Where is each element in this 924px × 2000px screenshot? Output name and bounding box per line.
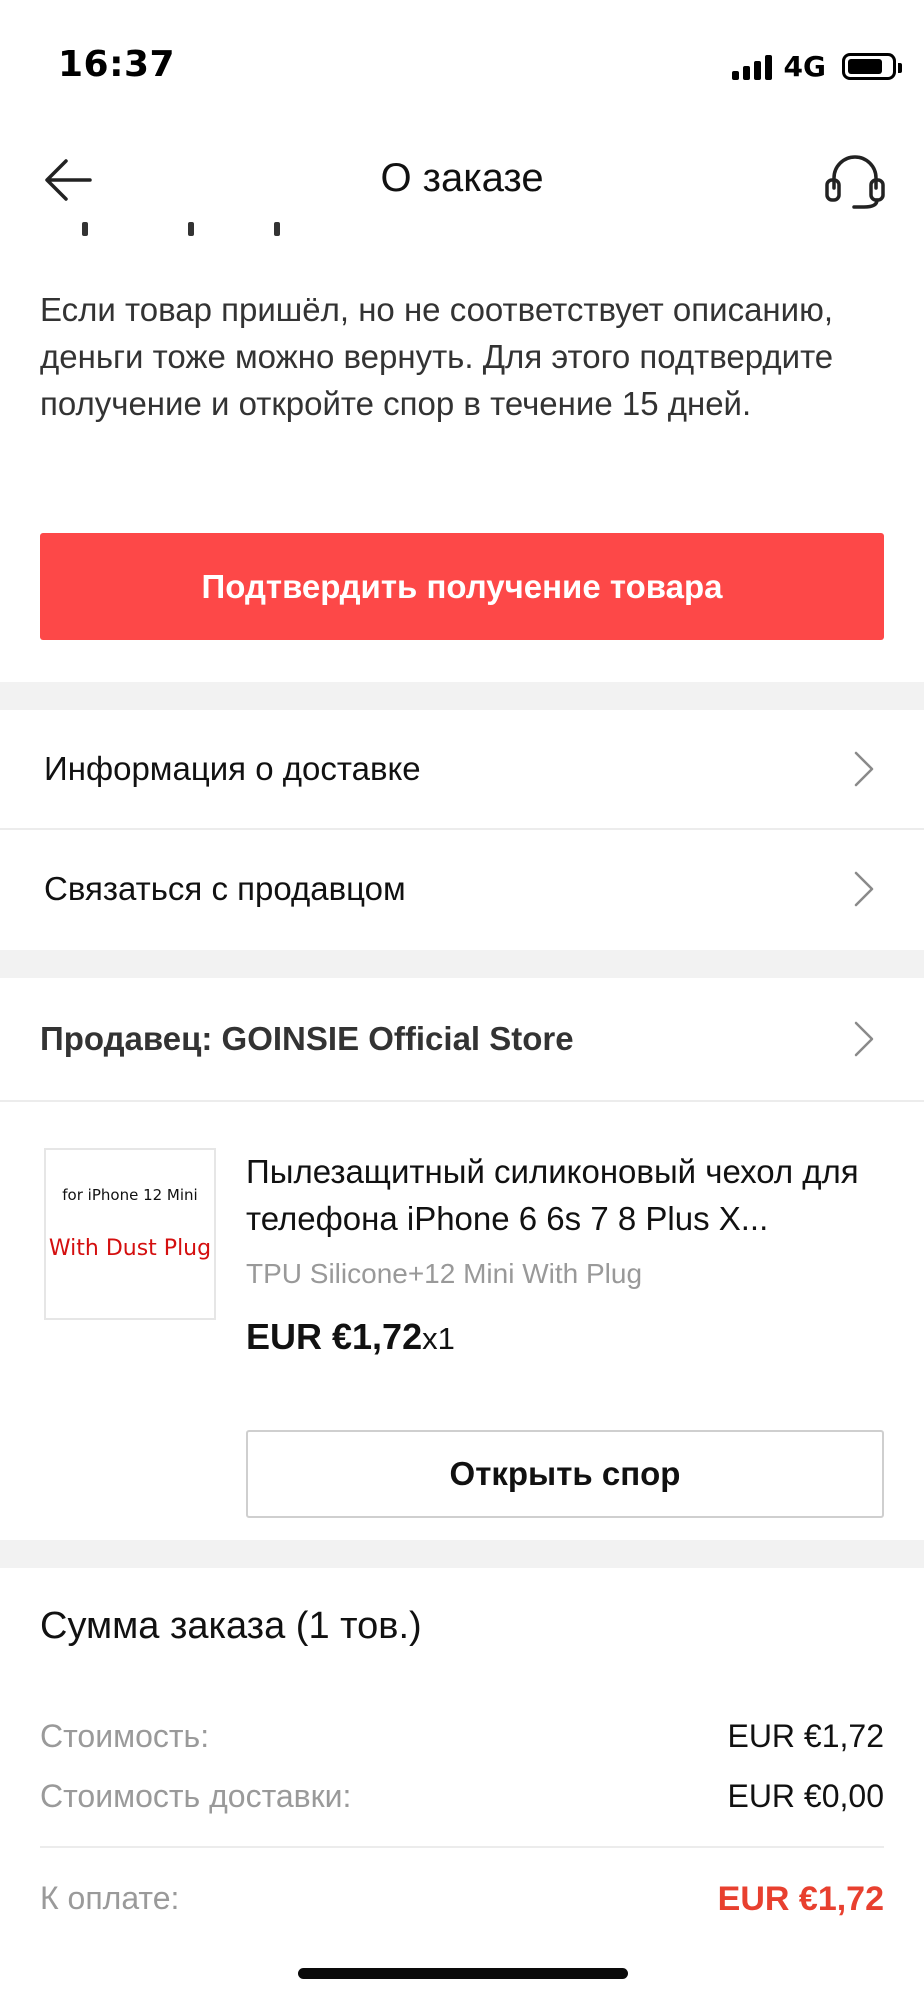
contact-seller-row[interactable]: Связаться с продавцом [0,830,924,948]
seller-name: Продавец: GOINSIE Official Store [40,1020,574,1057]
thumb-caption: for iPhone 12 Mini [62,1186,198,1204]
delivery-info-label: Информация о доставке [44,750,421,787]
shipping-label: Стоимость доставки: [40,1778,352,1814]
thumb-highlight: With Dust Plug [48,1236,212,1261]
network-label: 4G [783,50,826,83]
total-value: EUR €1,72 [717,1880,884,1918]
contact-seller-label: Связаться с продавцом [44,870,406,907]
section-divider [0,682,924,710]
page-title: О заказе [380,156,544,200]
product-title[interactable]: Пылезащитный силиконовый чехол для телеф… [246,1148,886,1242]
cost-label: Стоимость: [40,1718,210,1754]
battery-icon [842,53,902,80]
delivery-info-row[interactable]: Информация о доставке [0,710,924,828]
product-price: EUR €1,72x1 [246,1316,455,1358]
total-row: К оплате: EUR €1,72 [40,1880,884,1919]
nav-bar: О заказе [0,130,924,230]
product-thumbnail[interactable]: for iPhone 12 Mini With Dust Plug [44,1148,216,1320]
order-details-page: 16:37 4G О заказе Если товар пришёл, но … [0,0,924,2000]
confirm-receipt-button[interactable]: Подтвердить получение товара [40,533,884,640]
product-variant: TPU Silicone+12 Mini With Plug [246,1258,643,1289]
headset-icon[interactable] [822,150,888,210]
cost-value: EUR €1,72 [727,1718,884,1754]
status-bar: 16:37 4G [0,0,924,120]
total-label: К оплате: [40,1880,180,1916]
quantity: x1 [422,1321,455,1356]
chevron-right-icon [854,751,874,787]
section-divider [0,950,924,978]
summary-divider [40,1846,884,1848]
signal-icon [731,54,772,80]
shipping-value: EUR €0,00 [727,1778,884,1814]
price-value: EUR €1,72 [246,1316,423,1357]
status-time: 16:37 [58,44,176,85]
home-indicator [298,1968,628,1979]
scrolled-text-fragment [40,222,640,236]
cost-row: Стоимость: EUR €1,72 [40,1718,884,1755]
open-dispute-button[interactable]: Открыть спор [246,1430,884,1518]
chevron-right-icon [854,1021,874,1057]
refund-info-text: Если товар пришёл, но не соответствует о… [40,291,834,422]
order-summary-title: Сумма заказа (1 тов.) [40,1605,422,1647]
section-divider [0,1540,924,1568]
seller-row[interactable]: Продавец: GOINSIE Official Store [0,978,924,1100]
shipping-row: Стоимость доставки: EUR €0,00 [40,1778,884,1815]
chevron-right-icon [854,871,874,907]
status-icons: 4G [731,50,902,83]
row-divider [0,1100,924,1102]
